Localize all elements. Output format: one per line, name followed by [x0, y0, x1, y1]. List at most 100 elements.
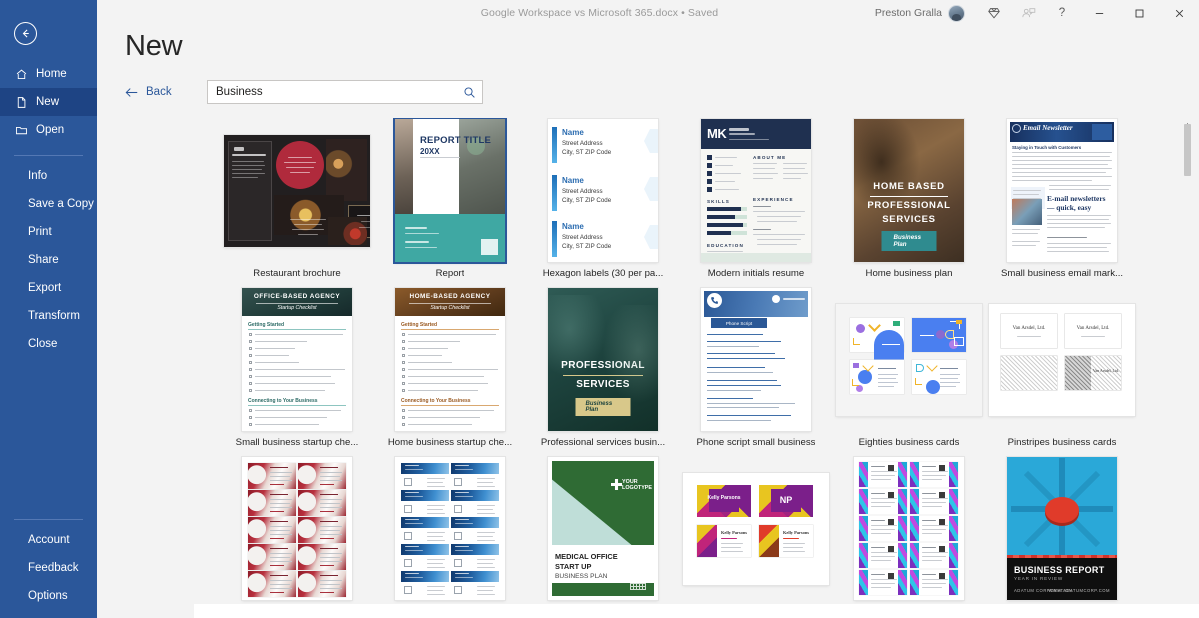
sidebar-item-transform[interactable]: Transform: [0, 302, 97, 330]
thumb-text-report-title: REPORT TITLE: [420, 135, 492, 146]
search-field[interactable]: [207, 80, 483, 104]
thumb-text-line3: BUSINESS PLAN: [555, 573, 608, 580]
sidebar-item-new[interactable]: New: [0, 88, 97, 116]
template-thumbnail-wave-business-cards[interactable]: [395, 457, 505, 600]
template-card[interactable]: Eighties business cards: [833, 287, 985, 456]
template-thumbnail-report[interactable]: REPORT TITLE 20XX: [395, 119, 505, 262]
thumb-text-name: Kelly Parsons: [707, 495, 741, 502]
thumb-text-badge: Business Plan: [575, 398, 631, 416]
sidebar-item-options[interactable]: Options: [0, 582, 97, 610]
template-card[interactable]: Kelly Parsons NP Kelly Parsons Kelly Par…: [680, 456, 832, 618]
template-thumbnail-professional-services-business-plan[interactable]: PROFESSIONAL SERVICES Business Plan: [548, 288, 658, 431]
seal-icon: [1012, 124, 1021, 133]
minimize-button[interactable]: [1079, 0, 1119, 26]
sidebar-item-share[interactable]: Share: [0, 246, 97, 274]
avatar[interactable]: [948, 4, 965, 22]
thumb-text-card-name: Van Arsdel, Ltd.: [1092, 367, 1120, 373]
back-button[interactable]: Back: [125, 86, 185, 98]
new-document-icon: [14, 95, 28, 109]
title-bar: Google Workspace vs Microsoft 365.docx •…: [0, 0, 1199, 26]
thumb-text-label-city: City, ST ZIP Code: [562, 149, 612, 156]
template-card[interactable]: OFFICE-BASED AGENCY Startup Checklist Ge…: [221, 287, 373, 456]
template-thumbnail-modern-initials-resume[interactable]: MK SKILLS EDUCATION ABOUT ME EXPERIENCE: [701, 119, 811, 262]
template-thumbnail-home-business-startup-checklist[interactable]: HOME-BASED AGENCY Startup Checklist Gett…: [395, 288, 505, 431]
sidebar-item-label: Save a Copy: [28, 198, 94, 210]
template-card[interactable]: Name Street Address City, ST ZIP Code Na…: [527, 118, 679, 287]
template-card[interactable]: Van Arsdel, Ltd. Van Arsdel, Ltd. Van Ar…: [986, 287, 1138, 456]
thumb-text-section1: Getting Started: [401, 322, 438, 328]
sidebar-item-home[interactable]: Home: [0, 60, 97, 88]
template-thumbnail-hexagon-labels[interactable]: Name Street Address City, ST ZIP Code Na…: [548, 119, 658, 262]
template-card[interactable]: [374, 456, 526, 618]
thumb-text-title: HOME-BASED AGENCY: [409, 293, 491, 300]
backstage-main: New Back Business Restaurant brochure RE…: [97, 0, 1199, 618]
template-thumbnail-home-business-plan[interactable]: HOME BASED PROFESSIONAL SERVICES Busines…: [854, 119, 964, 262]
help-icon[interactable]: ?: [1045, 0, 1079, 26]
scrollbar-thumb[interactable]: [1184, 124, 1191, 176]
thumb-text-title: BUSINESS REPORT: [1014, 565, 1105, 575]
template-card[interactable]: Restaurant brochure: [221, 118, 373, 287]
template-card[interactable]: Phone Script Phone script small business: [680, 287, 832, 456]
template-thumbnail-medical-office-business-plan[interactable]: YOUR LOGOTYPE MEDICAL OFFICE START UP BUS…: [548, 457, 658, 600]
thumb-text-label-city: City, ST ZIP Code: [562, 243, 612, 250]
template-thumbnail-floral-business-cards[interactable]: [242, 457, 352, 600]
template-thumbnail-pinstripes-business-cards[interactable]: Van Arsdel, Ltd. Van Arsdel, Ltd. Van Ar…: [989, 303, 1135, 416]
sidebar-item-save-a-copy[interactable]: Save a Copy: [0, 190, 97, 218]
template-thumbnail-email-newsletter[interactable]: Email Newsletter Staying in Touch with C…: [1007, 119, 1117, 262]
sidebar-item-label: Transform: [28, 310, 80, 322]
thumb-text-line2: PROFESSIONAL: [867, 200, 951, 211]
template-card[interactable]: Email Newsletter Staying in Touch with C…: [986, 118, 1138, 287]
maximize-button[interactable]: [1119, 0, 1159, 26]
template-thumbnail-geometric-business-cards[interactable]: Kelly Parsons NP Kelly Parsons Kelly Par…: [683, 472, 829, 585]
thumb-text-masthead: Email Newsletter: [1023, 124, 1073, 132]
template-card[interactable]: REPORT TITLE 20XX Report: [374, 118, 526, 287]
sidebar-item-export[interactable]: Export: [0, 274, 97, 302]
page-title: New: [125, 30, 183, 62]
sidebar-bottom-nav: Account Feedback Options: [0, 508, 97, 618]
scrollbar-track[interactable]: [1182, 118, 1193, 618]
thumb-text-line2: SERVICES: [576, 379, 630, 390]
template-caption: Phone script small business: [696, 437, 816, 448]
sidebar-item-label: Share: [28, 254, 59, 266]
template-card[interactable]: [221, 456, 373, 618]
sidebar-item-open[interactable]: Open: [0, 116, 97, 144]
gallery-scrollbar[interactable]: ▲ ▼: [1182, 118, 1193, 618]
template-card[interactable]: BUSINESS REPORT YEAR IN REVIEW ADATUM CO…: [986, 456, 1138, 618]
sidebar-item-feedback[interactable]: Feedback: [0, 554, 97, 582]
thumb-text-sub: Startup Checklist: [277, 305, 317, 311]
sidebar-item-print[interactable]: Print: [0, 218, 97, 246]
template-card[interactable]: YOUR LOGOTYPE MEDICAL OFFICE START UP BUS…: [527, 456, 679, 618]
template-thumbnail-small-business-startup-checklist[interactable]: OFFICE-BASED AGENCY Startup Checklist Ge…: [242, 288, 352, 431]
template-card[interactable]: [833, 456, 985, 618]
search-input[interactable]: [208, 86, 456, 98]
template-thumbnail-purple-labels[interactable]: [854, 457, 964, 600]
thumb-text-card-name: Van Arsdel, Ltd.: [1012, 325, 1046, 331]
thumb-text-label-addr: Street Address: [562, 140, 603, 147]
template-thumbnail-restaurant-brochure[interactable]: [224, 134, 370, 247]
template-card[interactable]: HOME BASED PROFESSIONAL SERVICES Busines…: [833, 118, 985, 287]
open-folder-icon: [14, 123, 28, 137]
close-button[interactable]: [1159, 0, 1199, 26]
back-arrow-icon: [125, 87, 138, 97]
template-card[interactable]: PROFESSIONAL SERVICES Business Plan Prof…: [527, 287, 679, 456]
thumb-text-section2: Connecting to Your Business: [401, 398, 471, 404]
template-card[interactable]: MK SKILLS EDUCATION ABOUT ME EXPERIENCE …: [680, 118, 832, 287]
template-thumbnail-eighties-business-cards[interactable]: [836, 303, 982, 416]
diamond-icon[interactable]: [977, 0, 1011, 26]
sidebar-item-info[interactable]: Info: [0, 162, 97, 190]
thumb-text-section1: Getting Started: [248, 322, 285, 328]
template-card[interactable]: HOME-BASED AGENCY Startup Checklist Gett…: [374, 287, 526, 456]
sidebar-item-account[interactable]: Account: [0, 526, 97, 554]
thumb-text-section: ABOUT ME: [753, 155, 787, 160]
sidebar-main-nav: Home New Open: [0, 60, 97, 144]
home-icon: [14, 67, 28, 81]
thumb-text-label-addr: Street Address: [562, 234, 603, 241]
search-icon[interactable]: [456, 81, 482, 103]
thumb-text-headline: E-mail newsletters — quick, easy: [1047, 194, 1106, 212]
sidebar-item-close[interactable]: Close: [0, 330, 97, 358]
template-thumbnail-phone-script[interactable]: Phone Script: [701, 288, 811, 431]
collaborators-icon[interactable]: [1011, 0, 1045, 26]
template-thumbnail-business-report[interactable]: BUSINESS REPORT YEAR IN REVIEW ADATUM CO…: [1007, 457, 1117, 600]
thumb-text-section: EDUCATION: [707, 243, 744, 248]
account-name[interactable]: Preston Gralla: [875, 7, 942, 19]
